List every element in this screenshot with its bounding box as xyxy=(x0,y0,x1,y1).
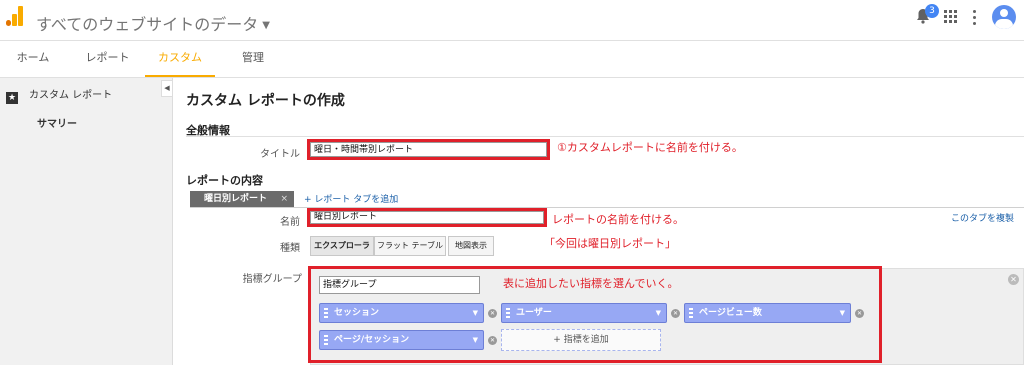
type-explorer-button[interactable]: エクスプローラ xyxy=(310,236,374,256)
metric-chip[interactable]: ページビュー数 ▼ xyxy=(684,303,851,323)
close-icon[interactable]: ✕ xyxy=(855,309,864,318)
metric-chip-label: セッション xyxy=(334,308,380,318)
name-annotation: レポートの名前を付ける。 xyxy=(552,213,684,226)
dropdown-arrow-icon[interactable]: ▼ xyxy=(656,304,661,322)
main-nav: ホーム レポート カスタム 管理 xyxy=(0,41,1024,78)
report-tab[interactable]: 曜日別レポート × xyxy=(190,191,294,207)
top-bar: すべてのウェブサイトのデータ ▼ 3 xyxy=(0,0,1024,41)
title-annotation: ①カスタムレポートに名前を付ける。 xyxy=(557,141,743,154)
metric-chip[interactable]: ページ/セッション ▼ xyxy=(319,330,484,350)
divider xyxy=(186,136,1024,137)
more-vert-icon[interactable] xyxy=(972,8,978,26)
sidebar-item-summary[interactable]: サマリー xyxy=(37,115,77,130)
metric-chip-label: ユーザー xyxy=(516,308,552,318)
chevron-down-icon: ▼ xyxy=(262,20,270,31)
metric-chip-label: ページビュー数 xyxy=(699,308,762,318)
tab-home[interactable]: ホーム xyxy=(13,41,53,77)
close-icon[interactable]: ✕ xyxy=(1008,274,1019,285)
report-tab-label: 曜日別レポート xyxy=(204,194,268,204)
type-map-button[interactable]: 地図表示 xyxy=(448,236,494,256)
add-metric-button[interactable]: + 指標を追加 xyxy=(501,329,661,351)
drag-grip-icon[interactable] xyxy=(324,308,328,318)
section-report-content: レポートの内容 xyxy=(186,174,263,187)
close-icon[interactable]: × xyxy=(280,191,288,207)
sidebar: ◀ ★ カスタム レポート サマリー xyxy=(0,78,173,365)
dropdown-arrow-icon[interactable]: ▼ xyxy=(473,304,478,322)
metric-chip-label: ページ/セッション xyxy=(334,335,410,345)
property-selector-label: すべてのウェブサイトのデータ xyxy=(36,15,259,34)
sidebar-item-label: カスタム レポート xyxy=(29,90,113,101)
bell-icon[interactable]: 3 xyxy=(916,4,939,26)
name-field[interactable]: 曜日別レポート xyxy=(310,211,544,224)
metric-group-name-field[interactable]: 指標グループ xyxy=(319,276,480,294)
tab-custom[interactable]: カスタム xyxy=(145,41,215,77)
notification-badge: 3 xyxy=(925,4,939,18)
metric-group-label: 指標グループ xyxy=(242,274,302,285)
type-annotation: 「今回は曜日別レポート」 xyxy=(544,237,676,250)
title-field[interactable]: 曜日・時間帯別レポート xyxy=(310,142,547,157)
sidebar-item-custom-reports[interactable]: ★ カスタム レポート xyxy=(6,86,113,104)
type-flat-table-button[interactable]: フラット テーブル xyxy=(374,236,446,256)
apps-grid-icon[interactable] xyxy=(944,10,958,24)
collapse-left-icon[interactable]: ◀ xyxy=(161,80,173,97)
close-icon[interactable]: ✕ xyxy=(488,309,497,318)
copy-tab-link[interactable]: このタブを複製 xyxy=(951,211,1014,224)
page-title: カスタム レポートの作成 xyxy=(186,93,345,109)
analytics-logo-icon[interactable] xyxy=(6,6,24,26)
metric-chip[interactable]: ユーザー ▼ xyxy=(501,303,667,323)
tab-reports[interactable]: レポート xyxy=(85,41,130,77)
drag-grip-icon[interactable] xyxy=(506,308,510,318)
tab-admin[interactable]: 管理 xyxy=(238,41,268,77)
drag-grip-icon[interactable] xyxy=(689,308,693,318)
account-avatar-icon[interactable] xyxy=(992,5,1016,29)
close-icon[interactable]: ✕ xyxy=(488,336,497,345)
property-selector[interactable]: すべてのウェブサイトのデータ ▼ xyxy=(36,11,270,35)
dropdown-arrow-icon[interactable]: ▼ xyxy=(473,331,478,349)
metric-annotation: 表に追加したい指標を選んでいく。 xyxy=(503,277,679,290)
metric-chip[interactable]: セッション ▼ xyxy=(319,303,484,323)
type-label: 種類 xyxy=(280,243,300,254)
close-icon[interactable]: ✕ xyxy=(671,309,680,318)
title-label: タイトル xyxy=(260,149,300,160)
main-content: カスタム レポートの作成 全般情報 タイトル 曜日・時間帯別レポート ①カスタム… xyxy=(174,78,1024,365)
name-label: 名前 xyxy=(280,217,300,228)
drag-grip-icon[interactable] xyxy=(324,335,328,345)
star-icon: ★ xyxy=(6,92,18,104)
add-report-tab-link[interactable]: + レポート タブを追加 xyxy=(304,192,398,205)
dropdown-arrow-icon[interactable]: ▼ xyxy=(840,304,845,322)
